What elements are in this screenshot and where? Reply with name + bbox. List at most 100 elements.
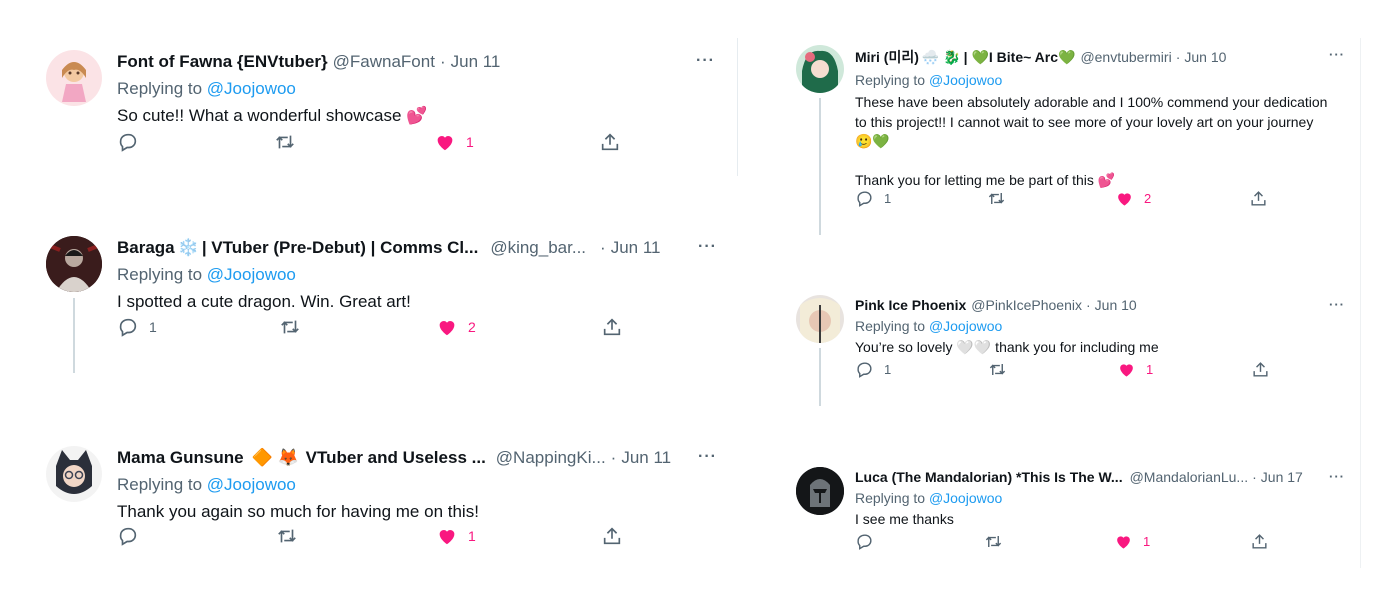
reply-button[interactable]	[117, 525, 139, 547]
reply-icon	[119, 527, 137, 546]
more-icon[interactable]: ···	[698, 448, 717, 466]
display-name-rest[interactable]: | 💚I Bite~ Arc💚	[964, 49, 1076, 66]
separator-dot: ·	[1085, 297, 1091, 313]
snow-dragon-emoji: 🌨️ 🐉	[921, 48, 961, 65]
timestamp[interactable]: Jun 10	[1184, 49, 1226, 65]
handle[interactable]: @king_bar...	[490, 238, 586, 258]
display-name[interactable]: Mama Gunsune	[117, 448, 244, 468]
like-count: 1	[1146, 361, 1154, 377]
display-name[interactable]: Baraga	[117, 238, 175, 258]
like-button[interactable]: 1	[434, 131, 474, 153]
mention-link[interactable]: @Joojowoo	[207, 475, 296, 494]
replying-to: Replying to @Joojowoo	[117, 79, 707, 99]
tweet-pink-ice-phoenix[interactable]: Pink Ice Phoenix @PinkIcePhoenix · Jun 1…	[760, 250, 1360, 420]
display-name[interactable]: Miri (미리)	[855, 47, 919, 67]
reply-icon	[119, 133, 137, 152]
tweet-fawna[interactable]: Font of Fawna {ENVtuber} @FawnaFont · Ju…	[0, 0, 737, 180]
reply-button[interactable]	[117, 131, 139, 153]
mention-link[interactable]: @Joojowoo	[929, 72, 1002, 88]
more-icon[interactable]: ···	[696, 52, 715, 70]
more-icon[interactable]: ···	[1329, 47, 1345, 62]
tweet-text-line: Thank you for letting me be part of this…	[855, 172, 1116, 188]
avatar[interactable]	[796, 45, 844, 93]
timestamp[interactable]: Jun 17	[1261, 469, 1303, 485]
replying-to: Replying to @Joojowoo	[855, 72, 1355, 88]
separator-dot: ·	[610, 448, 617, 467]
display-name[interactable]: Font of Fawna {ENVtuber}	[117, 52, 328, 72]
share-icon	[603, 318, 621, 336]
tweet-text-line: 🥲💚	[855, 133, 890, 149]
more-icon[interactable]: ···	[1329, 297, 1345, 312]
handle[interactable]: @FawnaFont	[333, 52, 435, 72]
tweet-text-line	[855, 152, 1355, 172]
heart-icon	[437, 136, 453, 151]
reply-button[interactable]: 1	[855, 360, 891, 379]
heart-icon	[1118, 192, 1131, 206]
handle[interactable]: @envtubermiri	[1080, 49, 1171, 65]
display-name[interactable]: Pink Ice Phoenix	[855, 297, 966, 313]
share-button[interactable]	[601, 316, 623, 338]
share-button[interactable]	[1251, 360, 1270, 379]
display-name-rest[interactable]: | VTuber (Pre-Debut) | Comms Cl...	[202, 238, 479, 258]
replying-label: Replying to	[117, 79, 203, 98]
avatar[interactable]	[796, 295, 844, 343]
retweet-button[interactable]	[984, 532, 1003, 551]
handle[interactable]: @NappingKi...	[496, 448, 606, 468]
handle[interactable]: @MandalorianLu...	[1130, 469, 1249, 485]
replying-label: Replying to	[117, 475, 203, 494]
share-button[interactable]	[601, 525, 623, 547]
column-border	[1360, 38, 1361, 568]
tweet-baraga[interactable]: Baraga ❄️ | VTuber (Pre-Debut) | Comms C…	[0, 180, 737, 380]
handle[interactable]: @PinkIcePhoenix	[971, 297, 1082, 313]
like-button[interactable]: 1	[436, 525, 476, 547]
heart-icon	[439, 530, 455, 545]
retweet-button[interactable]	[988, 360, 1007, 379]
like-button[interactable]: 2	[1115, 189, 1151, 208]
like-button[interactable]: 1	[1117, 360, 1153, 379]
mention-link[interactable]: @Joojowoo	[929, 318, 1002, 334]
separator-dot: ·	[439, 52, 446, 71]
timestamp[interactable]: Jun 11	[451, 52, 501, 72]
share-button[interactable]	[1250, 532, 1269, 551]
replying-to: Replying to @Joojowoo	[117, 265, 707, 285]
heart-icon	[439, 321, 455, 336]
display-name[interactable]: Luca (The Mandalorian) *This Is The W...	[855, 469, 1123, 485]
reply-button[interactable]: 1	[855, 189, 891, 208]
avatar[interactable]	[46, 446, 102, 502]
reply-button[interactable]	[855, 532, 874, 551]
thread-line	[73, 298, 75, 373]
tweet-miri[interactable]: Miri (미리) 🌨️ 🐉 | 💚I Bite~ Arc💚 @envtuber…	[760, 0, 1360, 240]
more-icon[interactable]: ···	[1329, 469, 1345, 484]
reply-icon	[857, 361, 872, 378]
retweet-icon	[985, 535, 1002, 547]
tweet-luca[interactable]: Luca (The Mandalorian) *This Is The W...…	[760, 420, 1360, 590]
reply-button[interactable]: 1	[117, 316, 157, 338]
more-icon[interactable]: ···	[698, 238, 717, 256]
retweet-button[interactable]	[274, 131, 296, 153]
avatar[interactable]	[796, 467, 844, 515]
retweet-button[interactable]	[987, 189, 1006, 208]
display-name-rest[interactable]: VTuber and Useless ...	[306, 448, 486, 468]
tweet-gunsune[interactable]: Mama Gunsune 🔶 🦊 VTuber and Useless ... …	[0, 390, 737, 590]
avatar[interactable]	[46, 236, 102, 292]
timestamp[interactable]: Jun 11	[611, 238, 661, 258]
timestamp[interactable]: Jun 10	[1095, 297, 1137, 313]
like-button[interactable]: 1	[1114, 532, 1150, 551]
reply-icon	[857, 190, 872, 207]
like-count: 2	[468, 319, 476, 335]
separator-dot: ·	[1175, 49, 1181, 65]
avatar[interactable]	[46, 50, 102, 106]
like-button[interactable]: 2	[436, 316, 476, 338]
tweet-text: You’re so lovely 🤍🤍 thank you for includ…	[855, 339, 1159, 355]
timestamp[interactable]: Jun 11	[621, 448, 671, 468]
mention-link[interactable]: @Joojowoo	[929, 490, 1002, 506]
column-divider	[737, 38, 738, 176]
retweet-button[interactable]	[279, 316, 301, 338]
share-button[interactable]	[1249, 189, 1268, 208]
reply-icon	[119, 318, 137, 337]
share-button[interactable]	[599, 131, 621, 153]
mention-link[interactable]: @Joojowoo	[207, 265, 296, 284]
retweet-button[interactable]	[276, 525, 298, 547]
mention-link[interactable]: @Joojowoo	[207, 79, 296, 98]
replying-to: Replying to @Joojowoo	[855, 318, 1355, 334]
